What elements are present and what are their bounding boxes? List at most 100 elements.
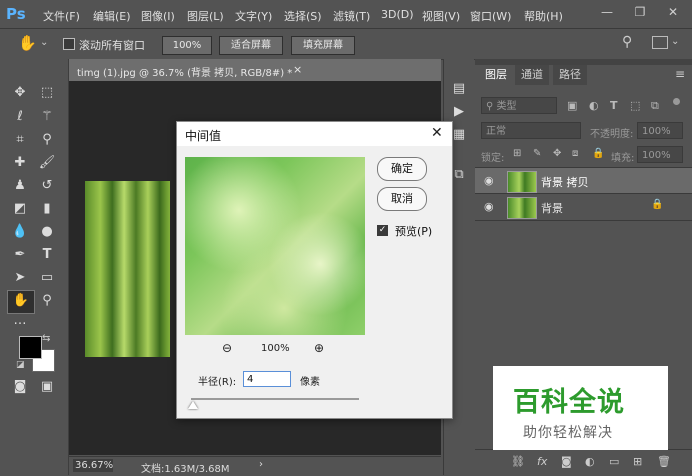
new-group-icon[interactable]: ▭	[609, 455, 619, 468]
lasso-tool-icon[interactable]: ℓ	[9, 107, 31, 127]
layer-row[interactable]: ◉ 背景 拷贝	[475, 167, 692, 194]
menu-type[interactable]: 文字(Y)	[235, 8, 272, 24]
scroll-all-checkbox[interactable]	[63, 38, 75, 50]
menu-image[interactable]: 图像(I)	[141, 8, 175, 24]
menu-bar: Ps 文件(F) 编辑(E) 图像(I) 图层(L) 文字(Y) 选择(S) 滤…	[0, 0, 692, 28]
layer-row[interactable]: ◉ 背景 🔒	[475, 193, 692, 221]
filter-toggle-icon[interactable]	[673, 98, 680, 105]
document-tab[interactable]: timg (1).jpg @ 36.7% (背景 拷贝, RGB/8#) * ×	[69, 59, 441, 81]
visibility-eye-icon[interactable]: ◉	[484, 200, 494, 213]
menu-file[interactable]: 文件(F)	[43, 8, 80, 24]
opacity-field[interactable]: 100%	[637, 122, 683, 139]
crop-tool-icon[interactable]: ⌗	[9, 130, 31, 150]
layer-style-icon[interactable]: fx	[537, 455, 547, 468]
filter-pixel-icon[interactable]: ▣	[567, 99, 577, 112]
new-layer-icon[interactable]: ⊞	[633, 455, 642, 468]
swap-colors-icon[interactable]: ⇆	[42, 333, 50, 344]
radius-slider-thumb[interactable]	[188, 401, 198, 409]
status-menu-arrow-icon[interactable]: ›	[259, 459, 263, 470]
preview-zoom-level: 100%	[261, 343, 290, 354]
radius-input[interactable]	[243, 371, 291, 387]
filter-preview[interactable]	[185, 157, 365, 335]
dialog-titlebar[interactable]: 中间值 ✕	[177, 122, 452, 146]
rectangle-tool-icon[interactable]: ▭	[36, 268, 58, 288]
actions-panel-icon[interactable]: ▶	[448, 102, 470, 122]
lock-pixels-icon[interactable]: ✎	[533, 148, 541, 159]
tab-channels[interactable]: 通道	[515, 65, 549, 85]
zoom-status[interactable]: 36.67%	[73, 459, 113, 472]
hand-tool-icon[interactable]: ✋	[18, 34, 37, 52]
more-tools-icon[interactable]: …	[9, 311, 31, 331]
blur-tool-icon[interactable]: 💧	[9, 222, 31, 242]
menu-filter[interactable]: 滤镜(T)	[333, 8, 370, 24]
clone-stamp-tool-icon[interactable]: ♟	[9, 176, 31, 196]
fit-screen-button[interactable]: 适合屏幕	[219, 36, 283, 55]
ok-button[interactable]: 确定	[377, 157, 427, 181]
marquee-tool-icon[interactable]: ⬚	[36, 83, 58, 103]
minimize-icon[interactable]: —	[594, 2, 620, 22]
healing-brush-tool-icon[interactable]: ✚	[9, 153, 31, 173]
path-select-tool-icon[interactable]: ➤	[9, 268, 31, 288]
menu-select[interactable]: 选择(S)	[284, 8, 322, 24]
menu-window[interactable]: 窗口(W)	[470, 8, 511, 24]
zoom-out-icon[interactable]: ⊖	[222, 341, 232, 355]
close-icon[interactable]: ✕	[431, 125, 443, 141]
brush-tool-icon[interactable]: 🖌	[36, 153, 58, 173]
eraser-tool-icon[interactable]: ◩	[9, 199, 31, 219]
menu-3d[interactable]: 3D(D)	[381, 8, 414, 21]
quick-mask-icon[interactable]: ◙	[9, 377, 31, 397]
menu-layer[interactable]: 图层(L)	[187, 8, 224, 24]
eyedropper-tool-icon[interactable]: ⚲	[36, 130, 58, 150]
fill-field[interactable]: 100%	[637, 146, 683, 163]
filter-shape-icon[interactable]: ⬚	[630, 99, 640, 112]
lock-transparent-icon[interactable]: ⊞	[513, 148, 521, 159]
close-window-icon[interactable]: ✕	[660, 2, 686, 22]
history-brush-tool-icon[interactable]: ↺	[36, 176, 58, 196]
tab-layers[interactable]: 图层	[479, 65, 513, 86]
cancel-button[interactable]: 取消	[377, 187, 427, 211]
app-logo: Ps	[6, 5, 26, 23]
filter-type-icon[interactable]: T	[610, 99, 618, 112]
screen-mode-icon[interactable]: ▣	[36, 377, 58, 397]
history-panel-icon[interactable]: ▤	[448, 79, 470, 99]
add-mask-icon[interactable]: ◙	[561, 455, 572, 468]
lock-artboard-icon[interactable]: ⧈	[572, 148, 578, 159]
pen-tool-icon[interactable]: ✒	[9, 245, 31, 265]
visibility-eye-icon[interactable]: ◉	[484, 174, 494, 187]
adjustment-layer-icon[interactable]: ◐	[585, 455, 595, 468]
preview-checkbox[interactable]: ✓	[377, 225, 388, 236]
layer-name: 背景	[541, 202, 563, 215]
workspace-icon[interactable]	[652, 36, 668, 49]
menu-view[interactable]: 视图(V)	[422, 8, 460, 24]
filter-kind-select[interactable]: ⚲ 类型	[481, 97, 557, 114]
options-bar: ✋ ⌄ 滚动所有窗口 100% 适合屏幕 填充屏幕 ⚲ ⌄	[0, 28, 692, 60]
tool-preset-chevron-icon[interactable]: ⌄	[40, 37, 48, 48]
blend-mode-select[interactable]: 正常	[481, 122, 581, 139]
foreground-color-swatch[interactable]	[19, 336, 42, 359]
radius-slider-track[interactable]	[191, 398, 359, 400]
restore-icon[interactable]: ❐	[627, 2, 653, 22]
magic-wand-tool-icon[interactable]: ⚚	[36, 107, 58, 127]
delete-layer-icon[interactable]: 🗑	[657, 455, 671, 468]
close-document-icon[interactable]: ×	[293, 63, 302, 76]
filter-smart-object-icon[interactable]: ⧉	[651, 99, 659, 113]
menu-edit[interactable]: 编辑(E)	[93, 8, 131, 24]
link-layers-icon[interactable]: ⛓	[511, 455, 525, 468]
dodge-tool-icon[interactable]: ●	[36, 222, 58, 242]
move-tool-icon[interactable]: ✥	[9, 83, 31, 103]
default-colors-icon[interactable]: ◪	[16, 360, 25, 370]
zoom-tool-icon[interactable]: ⚲	[36, 291, 58, 311]
lock-all-icon[interactable]: 🔒	[592, 148, 604, 159]
panel-menu-icon[interactable]: ≡	[675, 67, 685, 81]
zoom-in-icon[interactable]: ⊕	[314, 341, 324, 355]
gradient-tool-icon[interactable]: ▮	[36, 199, 58, 219]
fill-screen-button[interactable]: 填充屏幕	[291, 36, 355, 55]
filter-adjustment-icon[interactable]: ◐	[589, 99, 599, 112]
workspace-chevron-icon[interactable]: ⌄	[671, 36, 679, 47]
type-tool-icon[interactable]: T	[36, 245, 58, 265]
zoom-100-button[interactable]: 100%	[162, 36, 212, 55]
menu-help[interactable]: 帮助(H)	[524, 8, 563, 24]
tab-paths[interactable]: 路径	[553, 65, 587, 85]
search-icon[interactable]: ⚲	[622, 34, 632, 50]
lock-position-icon[interactable]: ✥	[553, 148, 561, 159]
